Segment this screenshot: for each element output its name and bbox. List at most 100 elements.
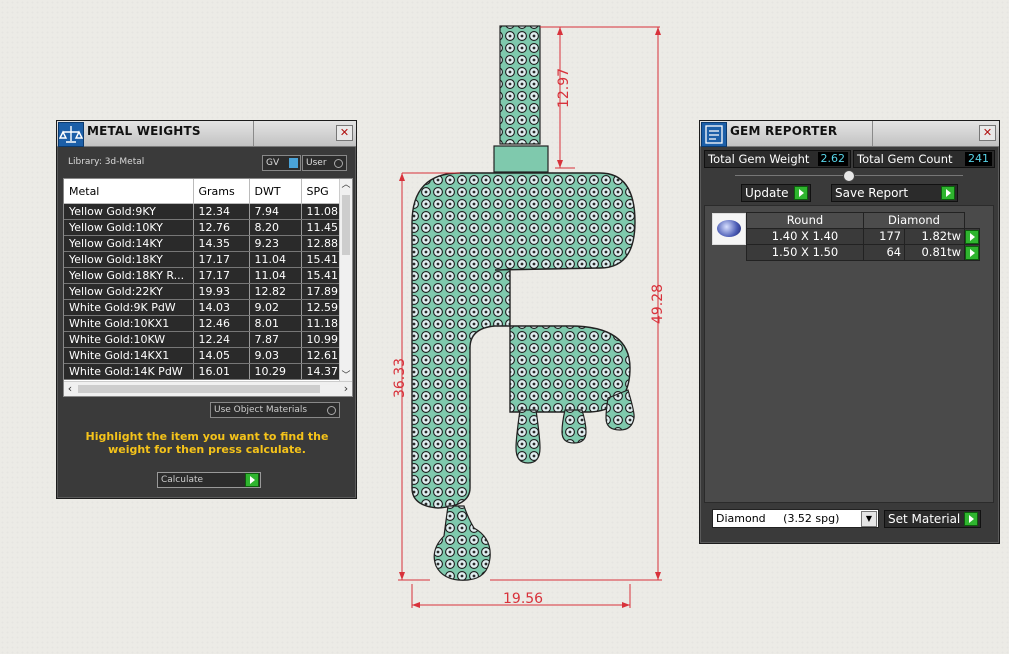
dim-bail-height: 12.97 [556,67,573,109]
user-toggle[interactable]: User [302,155,347,171]
metal-weights-panel: METAL WEIGHTS ✕ Library: 3d-Metal GV Use… [56,120,357,499]
radio-icon [327,406,336,415]
vertical-scrollbar[interactable]: ︿ ﹀ [339,179,352,382]
calculate-button[interactable]: Calculate [157,472,261,488]
cell-spg: 17.89 [301,283,341,300]
gem-material-header: Diamond [863,212,965,229]
column-header-dwt[interactable]: DWT [249,179,302,204]
table-row[interactable]: White Gold:10KX1 12.46 8.01 11.18 [64,315,341,332]
cell-dwt: 10.29 [249,363,302,380]
table-row[interactable]: White Gold:14K PdW 16.01 10.29 14.37 [64,363,341,380]
cell-metal: Yellow Gold:22KY [64,283,194,300]
total-gem-weight: Total Gem Weight 2.62 [704,150,851,168]
save-report-button[interactable]: Save Report [831,184,958,202]
metal-weights-title: METAL WEIGHTS [87,124,201,138]
close-icon[interactable]: ✕ [979,125,996,141]
table-row[interactable]: Yellow Gold:22KY 19.93 12.82 17.89 [64,283,341,300]
column-header-metal[interactable]: Metal [64,179,194,204]
scroll-right-icon[interactable]: › [340,382,352,396]
close-icon[interactable]: ✕ [336,125,353,141]
cell-grams: 14.03 [193,299,250,316]
cell-dwt: 9.02 [249,299,302,316]
cell-grams: 12.46 [193,315,250,332]
gem-list-area: Round Diamond 1.40 X 1.40 177 1.82tw 1.5… [704,205,994,503]
table-row[interactable]: Yellow Gold:18KY 17.17 11.04 15.41 [64,251,341,268]
save-report-label: Save Report [835,186,909,200]
update-button[interactable]: Update [741,184,811,202]
gem-reporter-panel: GEM REPORTER ✕ Total Gem Weight 2.62 Tot… [699,120,1000,544]
chevron-down-icon[interactable]: ▼ [861,511,877,527]
cell-dwt: 9.23 [249,235,302,252]
gem-row-select-button[interactable] [964,228,980,245]
use-object-materials-label: Use Object Materials [214,405,308,415]
use-object-materials-checkbox[interactable]: Use Object Materials [210,402,340,418]
metal-table: Metal Grams DWT SPG Yellow Gold:9KY 12.34… [63,178,353,397]
horizontal-scrollbar[interactable]: ‹ › [64,381,352,396]
user-toggle-label: User [306,158,327,168]
play-arrow-icon [794,186,808,200]
play-arrow-icon [941,186,955,200]
cell-dwt: 9.03 [249,347,302,364]
gem-row[interactable]: 1.50 X 1.50 64 0.81tw [746,244,980,261]
cell-grams: 16.01 [193,363,250,380]
gem-size: 1.40 X 1.40 [746,228,864,245]
cell-spg: 14.37 [301,363,341,380]
gv-toggle-label: GV [266,158,280,168]
panel-splitter[interactable] [735,170,963,182]
material-select[interactable]: Diamond (3.52 spg) ▼ [712,509,879,528]
column-header-grams[interactable]: Grams [193,179,250,204]
table-row[interactable]: White Gold:10KW 12.24 7.87 10.99 [64,331,341,348]
table-row[interactable]: White Gold:9K PdW 14.03 9.02 12.59 [64,299,341,316]
gv-toggle[interactable]: GV [262,155,301,171]
play-arrow-icon [964,512,978,526]
user-radio-icon [334,159,343,168]
cell-dwt: 8.20 [249,219,302,236]
gem-report-icon [701,122,727,147]
cell-spg: 11.18 [301,315,341,332]
cell-spg: 11.08 [301,203,341,220]
total-gem-weight-value: 2.62 [817,152,848,166]
cell-metal: Yellow Gold:18KY [64,251,194,268]
scroll-up-icon[interactable]: ︿ [340,179,352,191]
cell-spg: 10.99 [301,331,341,348]
gem-row-select-button[interactable] [964,244,980,261]
drip-1 [515,409,541,464]
gem-size: 1.50 X 1.50 [746,244,864,261]
cell-metal: White Gold:10KX1 [64,315,194,332]
pendant-drawing: 12.97 49.28 36.33 19.56 [360,18,680,622]
bail-shape [499,25,541,145]
round-gem-icon[interactable] [712,213,746,245]
update-label: Update [745,186,789,200]
play-arrow-icon [965,229,979,244]
table-row[interactable]: Yellow Gold:18KY R... 17.17 11.04 15.41 [64,267,341,284]
cell-metal: Yellow Gold:10KY [64,219,194,236]
gem-weight: 1.82tw [904,228,965,245]
cell-spg: 15.41 [301,251,341,268]
cell-grams: 12.34 [193,203,250,220]
table-row[interactable]: White Gold:14KX1 14.05 9.03 12.61 [64,347,341,364]
table-row[interactable]: Yellow Gold:14KY 14.35 9.23 12.88 [64,235,341,252]
cell-dwt: 11.04 [249,251,302,268]
cell-dwt: 12.82 [249,283,302,300]
drip-2 [561,409,587,444]
metal-weights-titlebar[interactable]: METAL WEIGHTS ✕ [57,121,356,147]
cell-grams: 17.17 [193,251,250,268]
cell-metal: Yellow Gold:18KY R... [64,267,194,284]
splitter-knob-icon[interactable] [843,170,855,182]
total-gem-count-label: Total Gem Count [857,152,953,166]
table-row[interactable]: Yellow Gold:9KY 12.34 7.94 11.08 [64,203,341,220]
gem-reporter-titlebar[interactable]: GEM REPORTER ✕ [700,121,999,147]
gem-shape-header: Round [746,212,864,229]
set-material-button[interactable]: Set Material [884,510,981,528]
scroll-left-icon[interactable]: ‹ [64,382,76,396]
library-label: Library: 3d-Metal [68,157,145,167]
gem-row[interactable]: 1.40 X 1.40 177 1.82tw [746,228,980,245]
cell-metal: White Gold:10KW [64,331,194,348]
cell-grams: 17.17 [193,267,250,284]
column-header-spg[interactable]: SPG [301,179,341,204]
table-row[interactable]: Yellow Gold:10KY 12.76 8.20 11.45 [64,219,341,236]
cell-grams: 14.05 [193,347,250,364]
scroll-thumb[interactable] [342,195,350,255]
hscroll-thumb[interactable] [78,385,320,393]
gem-reporter-title: GEM REPORTER [730,124,838,138]
